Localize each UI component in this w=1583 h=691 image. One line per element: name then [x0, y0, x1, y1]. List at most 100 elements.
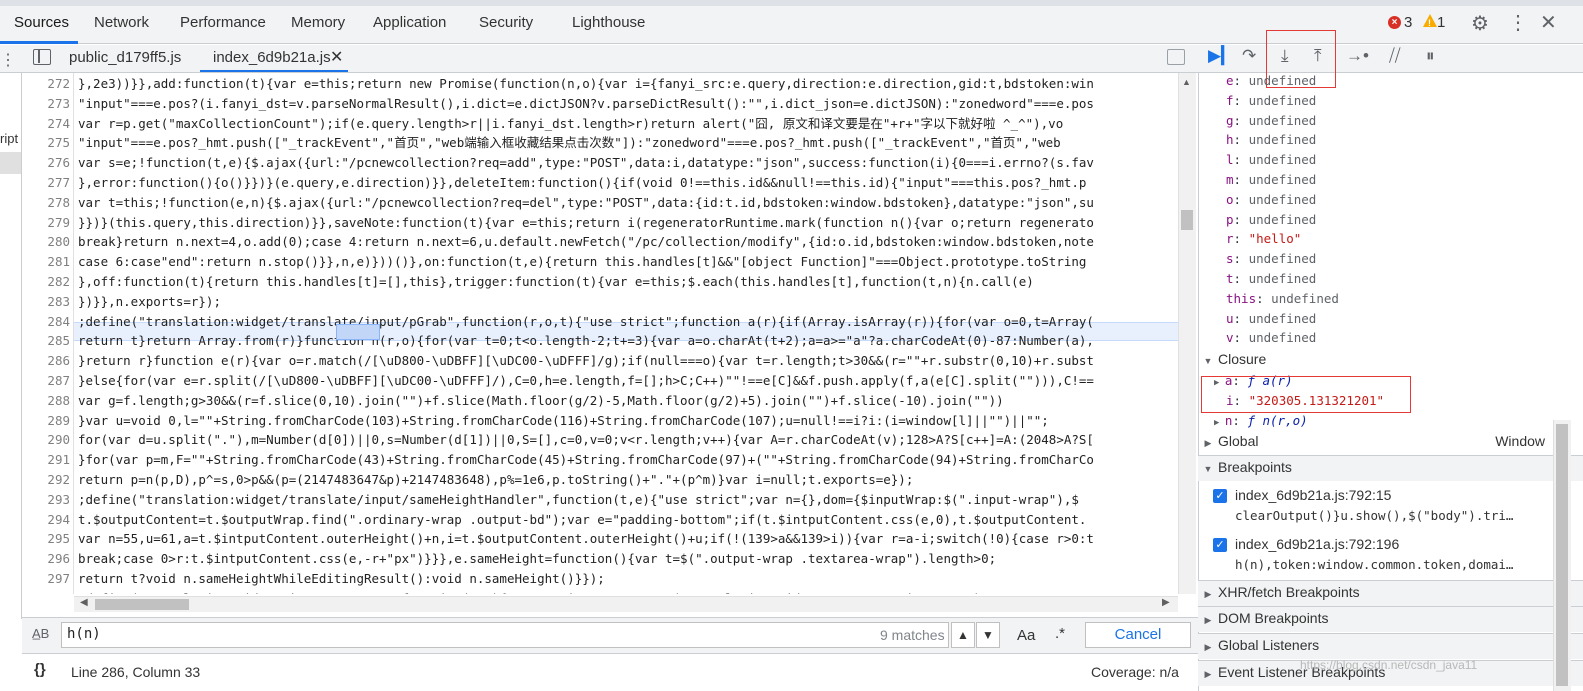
scope-variable-row[interactable]: f: undefined	[1226, 91, 1316, 111]
code-line[interactable]: return p=n(p,D),p^=s,0>p&&(p=(2147483647…	[78, 470, 913, 490]
code-line[interactable]: }for(var p=m,F=""+String.fromCharCode(43…	[78, 450, 1094, 470]
breakpoint-1-code[interactable]: clearOutput()}u.show(),$("body").tri…	[1235, 508, 1513, 523]
scroll-right-icon[interactable]: ▶	[1162, 597, 1170, 608]
scope-variable-row[interactable]: p: undefined	[1226, 210, 1316, 230]
line-number[interactable]: 291	[22, 450, 70, 470]
match-case-button[interactable]: Aa	[1017, 627, 1035, 644]
close-devtools-icon[interactable]: ✕	[1540, 10, 1557, 35]
code-line[interactable]: return t?void n.sameHeightWhileEditingRe…	[78, 569, 605, 589]
warning-count[interactable]: 1	[1437, 14, 1445, 31]
code-line[interactable]: }return r}function e(r){var o=r.match(/[…	[78, 351, 1094, 371]
code-editor[interactable]: 272 },2e3))}},add:function(t){var e=this;…	[22, 73, 1178, 594]
search-input[interactable]	[61, 622, 949, 648]
breakpoint-2-code[interactable]: h(n),token:window.common.token,domai…	[1235, 557, 1513, 572]
regex-button[interactable]: .*	[1055, 625, 1065, 642]
breakpoint-1-location[interactable]: index_6d9b21a.js:792:15	[1235, 487, 1391, 503]
scroll-left-icon[interactable]: ◀	[80, 597, 88, 608]
file-tab-index[interactable]: index_6d9b21a.js	[213, 49, 331, 66]
scope-variable-row[interactable]: e: undefined	[1226, 71, 1316, 91]
line-number[interactable]: 279	[22, 213, 70, 233]
breakpoints-section-header[interactable]: ▼ Breakpoints	[1198, 455, 1583, 479]
tab-application[interactable]: Application	[373, 14, 446, 31]
tab-security[interactable]: Security	[479, 14, 533, 31]
scroll-up-icon[interactable]: ▲	[1182, 77, 1191, 87]
error-icon[interactable]: ×	[1388, 16, 1401, 29]
code-line[interactable]: },2e3))}},add:function(t){var e=this;ret…	[78, 74, 1094, 94]
settings-gear-icon[interactable]: ⚙	[1471, 11, 1489, 36]
line-number[interactable]: 276	[22, 153, 70, 173]
scope-variable-row[interactable]: l: undefined	[1226, 150, 1316, 170]
search-prev-button[interactable]: ▲	[951, 622, 975, 648]
global-section-header[interactable]: ▶ Global Window	[1198, 429, 1583, 453]
code-line[interactable]: var r=p.get("maxCollectionCount");if(e.q…	[78, 114, 1063, 134]
tab-sources[interactable]: Sources	[14, 14, 69, 31]
code-line[interactable]: return t}return Array.from(r)}function n…	[78, 331, 1094, 351]
line-number[interactable]: 292	[22, 470, 70, 490]
breakpoint-2-location[interactable]: index_6d9b21a.js:792:196	[1235, 536, 1399, 552]
code-line[interactable]: },off:function(t){return this.handles[t]…	[78, 272, 1034, 292]
editor-vscroll-thumb[interactable]	[1181, 210, 1193, 230]
replace-toggle-icon[interactable]: A̲B	[32, 626, 49, 641]
line-number[interactable]: 284	[22, 312, 70, 332]
search-next-button[interactable]: ▼	[976, 622, 1000, 648]
pause-on-exceptions-icon[interactable]: ⏸	[1426, 46, 1435, 66]
line-number[interactable]: 286	[22, 351, 70, 371]
tab-performance[interactable]: Performance	[180, 14, 266, 31]
code-line[interactable]: })}},n.exports=r});	[78, 292, 221, 312]
line-number[interactable]: 297	[22, 569, 70, 589]
closure-n-row[interactable]: ▶ n: ƒ n(r,o)	[1214, 411, 1308, 431]
line-number[interactable]: 272	[22, 74, 70, 94]
line-number[interactable]: 289	[22, 411, 70, 431]
line-number[interactable]: 287	[22, 371, 70, 391]
scope-variable-row[interactable]: o: undefined	[1226, 190, 1316, 210]
closure-section-header[interactable]: ▼ Closure	[1198, 347, 1583, 371]
line-number[interactable]: 278	[22, 193, 70, 213]
code-line[interactable]: for(var d=u.split("."),m=Number(d[0])||0…	[78, 430, 1094, 450]
scope-variable-row[interactable]: s: undefined	[1226, 249, 1316, 269]
global-listeners-header[interactable]: ▶ Global Listeners	[1198, 633, 1583, 657]
code-line[interactable]: var s=e;!function(t,e){$.ajax({url:"/pcn…	[78, 153, 1094, 173]
scope-variable-row[interactable]: u: undefined	[1226, 309, 1316, 329]
line-number[interactable]: 277	[22, 173, 70, 193]
close-tab-icon[interactable]: ✕	[330, 47, 343, 67]
navigator-selected-item[interactable]	[0, 152, 21, 174]
coverage-status[interactable]: Coverage: n/a	[1091, 664, 1179, 680]
line-number[interactable]: 288	[22, 391, 70, 411]
code-line[interactable]: }else{for(var e=r.split(/[\uD800-\uDBFF]…	[78, 371, 1094, 391]
step-icon[interactable]: →•	[1346, 46, 1369, 66]
navigator-label[interactable]: ript	[0, 131, 18, 146]
code-line[interactable]: break;case 0>r:t.$intputContent.css(e,-r…	[78, 549, 996, 569]
error-count[interactable]: 3	[1404, 14, 1412, 31]
scope-variable-row[interactable]: t: undefined	[1226, 269, 1316, 289]
line-number[interactable]: 296	[22, 549, 70, 569]
file-tab-public[interactable]: public_d179ff5.js	[69, 49, 181, 66]
line-number[interactable]: 274	[22, 114, 70, 134]
navigator-more-icon[interactable]: ⋮	[0, 50, 16, 70]
code-line[interactable]: ;define("translation:widget/translate/in…	[78, 490, 1079, 510]
search-input-value[interactable]: h(n)	[67, 626, 101, 642]
breakpoint-2-checkbox[interactable]: ✓	[1213, 538, 1227, 552]
line-number[interactable]: 275	[22, 133, 70, 153]
step-over-icon[interactable]: ↷	[1242, 46, 1256, 66]
sidebar-vscroll-thumb[interactable]	[1556, 424, 1568, 686]
scope-variable-row[interactable]: m: undefined	[1226, 170, 1316, 190]
line-number[interactable]: 280	[22, 232, 70, 252]
editor-hscroll-thumb[interactable]	[95, 599, 189, 610]
line-number[interactable]: 281	[22, 252, 70, 272]
scope-variable-row[interactable]: this: undefined	[1226, 289, 1339, 309]
tab-memory[interactable]: Memory	[291, 14, 345, 31]
pretty-print-button[interactable]: {}	[34, 661, 46, 678]
line-number[interactable]: 282	[22, 272, 70, 292]
line-number[interactable]: 283	[22, 292, 70, 312]
xhr-breakpoints-header[interactable]: ▶ XHR/fetch Breakpoints	[1198, 580, 1583, 604]
line-number[interactable]: 285	[22, 331, 70, 351]
code-line[interactable]: }var u=void 0,l=""+String.fromCharCode(1…	[78, 411, 1049, 431]
code-line[interactable]: "input"===e.pos?_hmt.push(["_trackEvent"…	[78, 133, 1061, 153]
line-number[interactable]: 295	[22, 529, 70, 549]
line-number[interactable]: 293	[22, 490, 70, 510]
editor-vertical-scrollbar[interactable]	[1178, 73, 1196, 594]
code-line[interactable]: var n=55,u=61,a=t.$intputContent.outerHe…	[78, 529, 1094, 549]
breakpoint-1-checkbox[interactable]: ✓	[1213, 489, 1227, 503]
line-number[interactable]: 298	[22, 589, 70, 594]
deactivate-breakpoints-icon[interactable]: ⧸⧸	[1389, 46, 1401, 66]
